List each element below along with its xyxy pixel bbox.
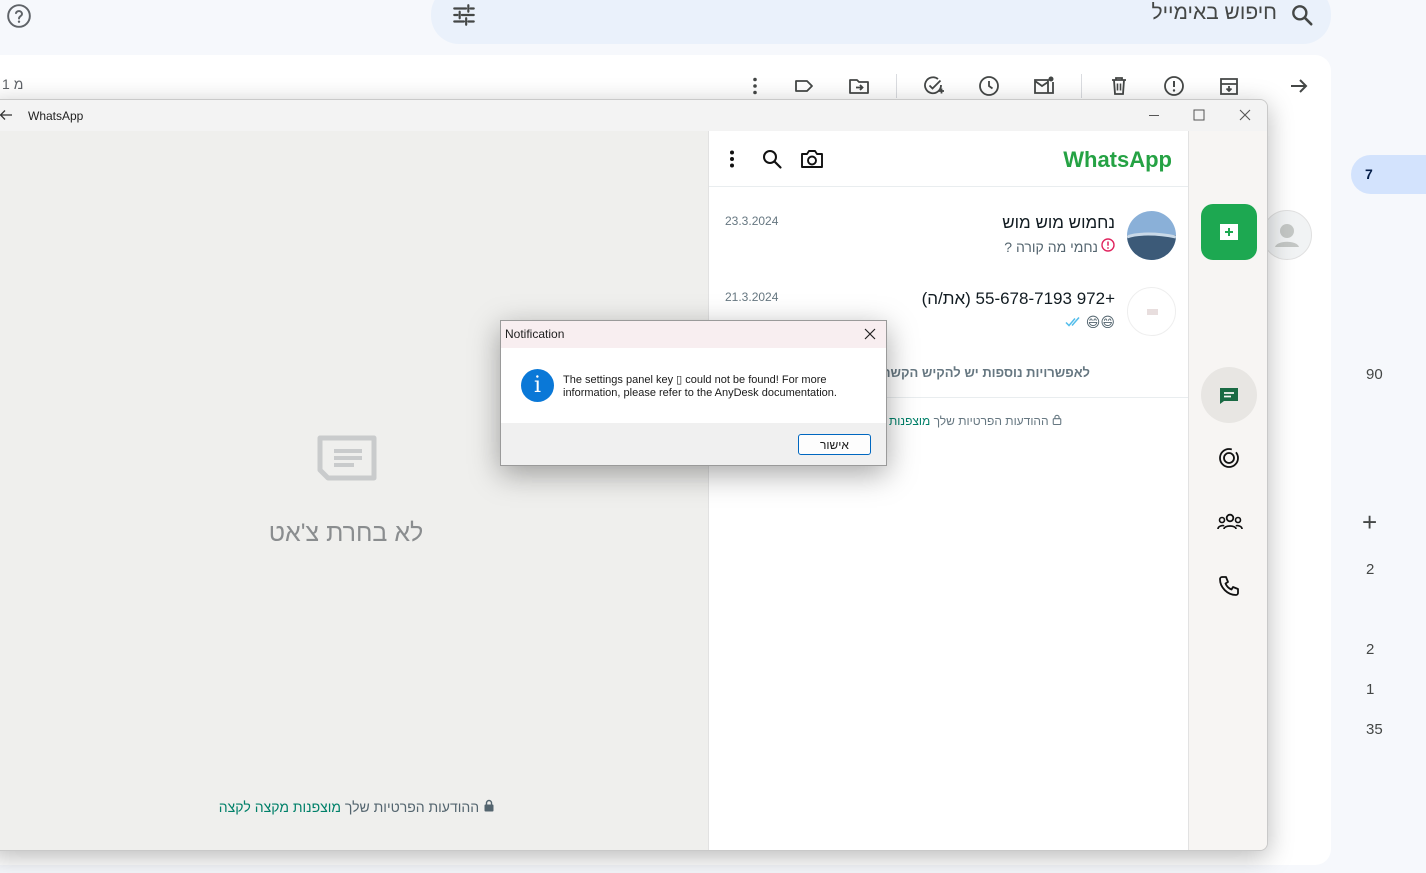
chat-date: 23.3.2024: [725, 214, 779, 228]
more-vert-icon[interactable]: [743, 74, 767, 98]
calls-tab[interactable]: [1201, 558, 1257, 614]
alert-icon: [1101, 238, 1115, 255]
dialog-titlebar: Notification: [501, 321, 886, 348]
camera-icon[interactable]: [800, 148, 823, 170]
close-icon[interactable]: [862, 326, 878, 347]
maximize-icon[interactable]: [1190, 106, 1208, 124]
window-titlebar: WhatsApp: [0, 100, 1267, 131]
dialog-message: The settings panel key ▯ could not be fo…: [563, 374, 837, 399]
archive-icon[interactable]: [1217, 74, 1241, 98]
toolbar-divider: [1081, 74, 1082, 98]
dialog-title: Notification: [505, 327, 565, 341]
right-rail-count: 7: [1365, 166, 1373, 182]
search-icon[interactable]: [1289, 2, 1315, 33]
encryption-text: ההודעות הפרטיות שלך: [933, 414, 1049, 428]
right-rail-count: 2: [1366, 641, 1375, 658]
encryption-link[interactable]: מוצפנות: [889, 414, 930, 428]
plus-icon[interactable]: +: [1362, 509, 1377, 535]
whatsapp-window: WhatsApp לא בחרת צ'אט ההודעות הפרטיות של…: [0, 99, 1268, 851]
back-arrow-icon[interactable]: [0, 108, 13, 127]
delete-icon[interactable]: [1107, 74, 1131, 98]
help-icon[interactable]: [6, 3, 32, 29]
encryption-note: ההודעות הפרטיות שלך מוצפנות מקצה לקצה: [205, 799, 495, 815]
chat-name: +972 55-678-7193 (את/ה): [921, 289, 1115, 308]
add-to-tasks-icon[interactable]: [922, 74, 946, 98]
dialog-footer: אישור: [501, 423, 886, 465]
chat-bubble-icon: [316, 435, 378, 486]
more-options-note: לאפשרויות נוספות יש להקיש הקשה א: [869, 365, 1090, 380]
lock-icon: [479, 799, 495, 815]
move-to-icon[interactable]: [847, 74, 871, 98]
search-icon[interactable]: [761, 148, 783, 170]
right-rail-count: 2: [1366, 561, 1375, 578]
double-check-icon: [1065, 315, 1083, 331]
encryption-note: ההודעות הפרטיות שלך מוצפנות: [889, 414, 1062, 428]
encryption-text: ההודעות הפרטיות שלך: [344, 799, 480, 815]
close-icon[interactable]: [1236, 106, 1254, 124]
mark-unread-icon[interactable]: [1032, 74, 1056, 98]
back-arrow-icon[interactable]: [1287, 74, 1311, 98]
pagination-count: 1 מ: [2, 76, 24, 92]
lock-icon: [1049, 414, 1062, 428]
right-rail-active-item[interactable]: 7: [1351, 155, 1426, 194]
info-icon: i: [521, 369, 554, 402]
search-options-icon[interactable]: [451, 2, 477, 33]
right-rail-count: 1: [1366, 681, 1375, 698]
search-input[interactable]: חיפוש באימייל: [1151, 1, 1277, 25]
sender-avatar[interactable]: [1262, 210, 1312, 260]
contact-avatar: [1127, 211, 1176, 260]
chat-preview: נחמי מה קורה ?: [1004, 238, 1115, 255]
new-chat-button[interactable]: [1201, 204, 1257, 260]
chat-name: נחמוש מוש מוש: [1002, 213, 1115, 232]
notification-dialog: Notification i The settings panel key ▯ …: [500, 320, 887, 466]
minimize-icon[interactable]: [1145, 106, 1163, 124]
ok-button[interactable]: אישור: [798, 434, 871, 455]
contact-avatar: [1127, 287, 1176, 336]
navigation-rail: [1188, 131, 1267, 850]
empty-state-text: לא בחרת צ'אט: [268, 519, 424, 547]
chats-tab[interactable]: [1201, 367, 1257, 423]
status-tab[interactable]: [1201, 430, 1257, 486]
chat-preview-text: 😄😄: [1085, 314, 1115, 330]
chat-preview-text: נחמי מה קורה ?: [1004, 238, 1098, 255]
communities-tab[interactable]: [1201, 494, 1257, 550]
right-rail-count: 90: [1366, 366, 1383, 383]
snooze-icon[interactable]: [977, 74, 1001, 98]
right-rail-count: 35: [1366, 721, 1383, 738]
report-spam-icon[interactable]: [1162, 74, 1186, 98]
chat-list-header: WhatsApp: [709, 131, 1188, 187]
chat-date: 21.3.2024: [725, 290, 779, 304]
chat-empty-pane: לא בחרת צ'אט ההודעות הפרטיות שלך מוצפנות…: [0, 131, 708, 850]
encryption-link[interactable]: מוצפנות מקצה לקצה: [219, 799, 341, 815]
gmail-search-bar[interactable]: חיפוש באימייל: [431, 0, 1331, 44]
chat-preview: 😄😄: [1065, 314, 1115, 331]
menu-icon[interactable]: [721, 148, 743, 170]
label-icon[interactable]: [792, 74, 816, 98]
whatsapp-logo: WhatsApp: [1063, 147, 1172, 172]
toolbar-divider: [896, 74, 897, 98]
chat-list-pane: WhatsApp נחמוש מוש מוש נחמי מה קורה ? 23…: [708, 131, 1188, 850]
chat-list-item[interactable]: נחמוש מוש מוש נחמי מה קורה ? 23.3.2024: [709, 200, 1188, 276]
window-title: WhatsApp: [28, 109, 84, 123]
